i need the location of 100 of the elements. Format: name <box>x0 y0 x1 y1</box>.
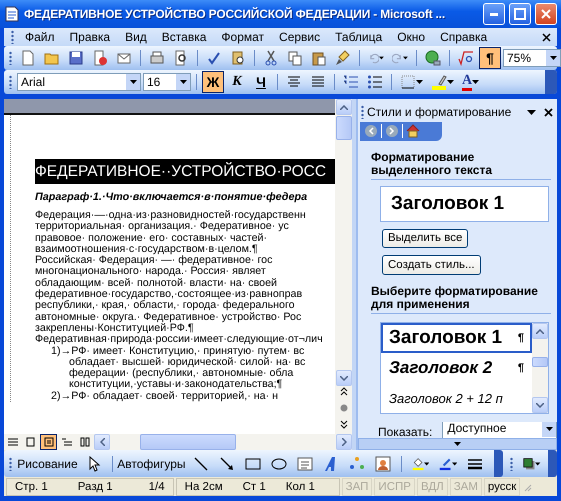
font-size-combo[interactable]: 16 <box>143 73 191 91</box>
caret-icon <box>403 56 408 60</box>
section-heading: Форматирование выделенного текста <box>371 150 551 180</box>
style-list-scrollbar[interactable] <box>532 323 548 414</box>
view-mode-icon <box>8 437 18 447</box>
maximize-button[interactable] <box>509 3 531 25</box>
vertical-scrollbar[interactable] <box>335 99 352 434</box>
browse-object-icon <box>338 402 348 414</box>
new-document-icon <box>20 50 36 66</box>
scroll-up-button[interactable] <box>336 99 352 115</box>
document-text-line: правовое· положение· его· составных· частей· <box>35 232 268 244</box>
menu-item[interactable]: Справка <box>434 30 494 44</box>
draw-menu-button[interactable]: Рисование <box>19 452 79 474</box>
shadow-icon <box>523 456 536 472</box>
picture-icon <box>374 456 391 472</box>
caret-icon <box>472 80 480 84</box>
book-search-icon <box>230 50 246 66</box>
home-icon <box>406 124 420 138</box>
menu-item[interactable]: Вид <box>119 30 154 44</box>
document-text-line: Федеративная·природа·россии·имеет·следующие·от¬лич <box>35 334 324 346</box>
chevron-up-icon <box>340 104 348 110</box>
new-style-button[interactable]: Создать стиль... <box>382 255 481 276</box>
chevron-right-icon <box>342 438 346 446</box>
scroll-thumb[interactable] <box>532 357 548 368</box>
dropdown-icon <box>527 110 536 114</box>
window-title: ФЕДЕРАТИВНОЕ УСТРОЙСТВО РОССИЙСКОЙ ФЕДЕРАЦИИ - Microsoft ... <box>24 7 446 21</box>
select-all-button[interactable]: Выделить все <box>382 228 468 248</box>
italic-button[interactable]: К <box>226 71 248 93</box>
horizontal-scrollbar[interactable] <box>94 434 352 450</box>
document-text-line: конституции,·уставы·и·законодательства;¶ <box>68 379 284 391</box>
brush-icon <box>335 50 351 66</box>
diagram-icon <box>348 456 365 472</box>
copy-icon <box>287 50 303 66</box>
zoom-combo[interactable]: 75% <box>503 49 561 67</box>
document-text-line: федеративное·государство,·состоящее·из·равноправ <box>35 289 304 300</box>
document-text-line: взаимоотношения·с·государством·в·целом.¶ <box>35 244 259 255</box>
scroll-left-button[interactable] <box>94 434 110 450</box>
scroll-right-button[interactable] <box>336 434 352 450</box>
minimize-button[interactable] <box>483 3 505 25</box>
borders-icon <box>400 74 416 90</box>
close-icon <box>540 8 552 20</box>
rectangle-icon <box>244 456 261 472</box>
scroll-down-button[interactable] <box>532 397 548 414</box>
menu-item[interactable]: Вставка <box>156 30 214 44</box>
maximize-icon <box>514 8 526 20</box>
caret-icon <box>535 462 541 466</box>
style-list-item[interactable]: Заголовок 1 ¶ <box>381 323 532 354</box>
document-icon <box>4 6 20 22</box>
status-field: Кол 1 <box>282 480 319 492</box>
bullet-list-icon <box>367 74 383 90</box>
chevron-left-icon <box>100 438 104 446</box>
style-list-item[interactable]: Заголовок 2 ¶ <box>381 353 532 384</box>
scroll-thumb[interactable] <box>140 434 236 450</box>
spelling-check-icon <box>206 50 222 66</box>
document-text-line: многонационального· народа.· Россия· являет <box>35 266 267 278</box>
document-text-line: территориальная· организация.· Федеративное· ус <box>35 221 289 233</box>
caret-icon <box>452 462 458 466</box>
document-text-line: Российская· Федерация· —· федеративное· гос <box>35 255 274 266</box>
scroll-down-button[interactable] <box>336 370 352 386</box>
show-combo[interactable]: Доступное <box>442 422 557 438</box>
underline-button[interactable]: Ч <box>250 71 272 93</box>
caret-icon <box>379 56 384 60</box>
menu-item[interactable]: Формат <box>215 30 272 44</box>
chevron-down-icon <box>340 376 348 380</box>
document-heading: ФЕДЕРАТИВНОЕ··УСТРОЙСТВО·РОСС <box>35 159 335 184</box>
document-subheading: Параграф·1.·Что·включается·в·понятие·федера <box>35 190 308 204</box>
style-list-item[interactable]: Заголовок 2 + 12 п <box>381 383 532 414</box>
language-indicator[interactable]: русск <box>484 478 520 496</box>
view-mode-icon <box>44 437 54 447</box>
show-label: Показать: <box>378 424 432 438</box>
autoshapes-menu-button[interactable]: Автофигуры <box>120 452 186 474</box>
caret-icon <box>447 80 454 84</box>
scroll-thumb[interactable] <box>336 116 352 140</box>
document-text-line: обладает· высшей· юридической· силой· на· вс <box>69 356 306 368</box>
caret-icon <box>416 80 423 84</box>
menu-item[interactable]: Сервис <box>273 30 328 44</box>
font-color-button[interactable]: A <box>459 71 482 93</box>
view-mode-icon <box>80 437 90 447</box>
view-mode-button[interactable] <box>40 434 57 450</box>
document-text-line: Федерация·—·одна·из·разновидностей·государственн <box>35 210 307 222</box>
menu-item[interactable]: Окно <box>391 30 432 44</box>
permission-icon <box>92 50 108 66</box>
font-combo[interactable]: Arial <box>17 73 141 91</box>
menu-item[interactable]: Файл <box>19 30 62 44</box>
back-icon <box>364 124 378 138</box>
toolbar-overflow-button[interactable] <box>494 450 504 477</box>
document-text-line: 1)→РФ· имеет· Конституцию,· принятую· путем· вс <box>50 346 306 357</box>
clipboard-icon <box>311 50 327 66</box>
menu-item[interactable]: Таблица <box>329 30 390 44</box>
show-marks-button[interactable]: ¶ <box>479 47 501 69</box>
scroll-up-button[interactable] <box>532 323 548 340</box>
current-style-field[interactable]: Заголовок 1 <box>380 186 549 222</box>
menu-item[interactable]: Правка <box>64 30 118 44</box>
task-pane-title: Стили и форматирование <box>367 105 512 119</box>
document-text-line: автономные· округа.· Федеративное· устройство· Рос <box>35 312 302 323</box>
printer-icon <box>149 50 165 66</box>
bold-button[interactable]: Ж <box>202 71 224 93</box>
close-button[interactable] <box>535 3 557 25</box>
toolbar-overflow-button[interactable] <box>548 450 558 477</box>
close-icon <box>544 108 553 116</box>
